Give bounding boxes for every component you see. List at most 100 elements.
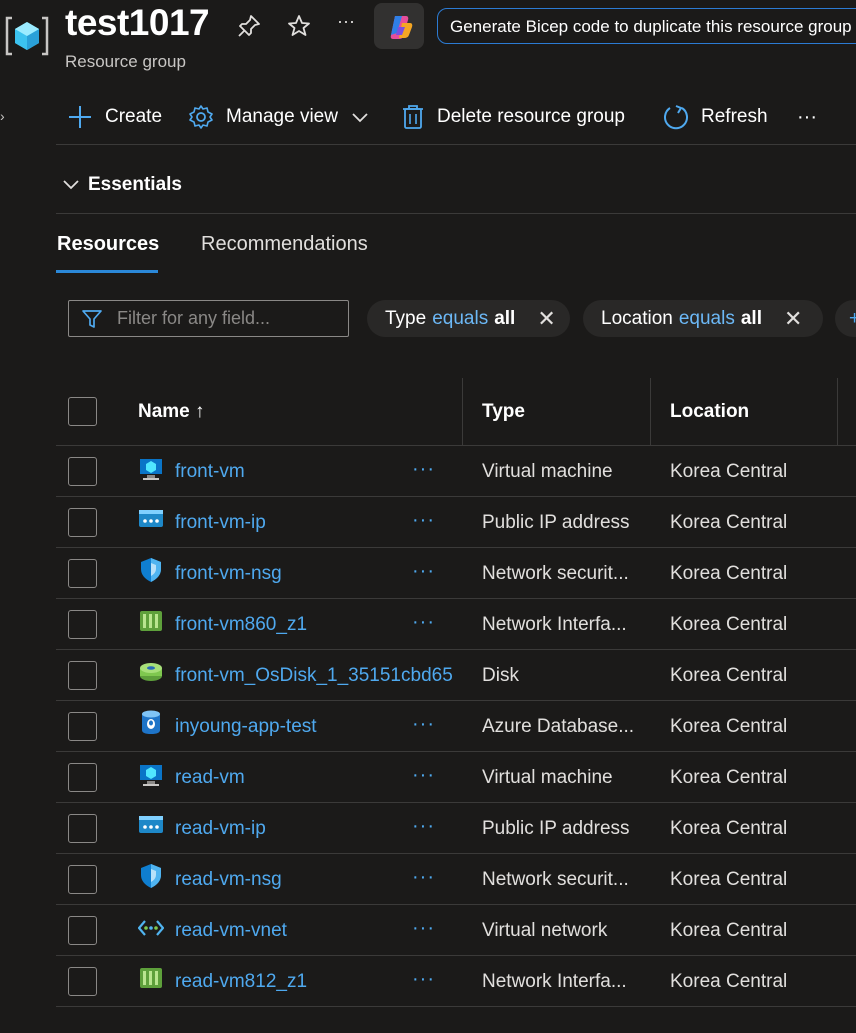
copilot-prompt-suggestion[interactable]: Generate Bicep code to duplicate this re…	[437, 8, 856, 44]
table-row[interactable]: inyoung-app-test ··· Azure Database... K…	[56, 701, 856, 752]
close-icon[interactable]: ✕	[537, 306, 555, 332]
essentials-label: Essentials	[88, 174, 182, 195]
table-row[interactable]: front-vm ··· Virtual machine Korea Centr…	[56, 446, 856, 497]
column-header-name[interactable]: Name ↑	[138, 401, 205, 423]
pill-operator: equals	[678, 307, 735, 329]
resource-name-link[interactable]: read-vm-ip	[175, 818, 266, 840]
row-checkbox[interactable]	[68, 559, 97, 588]
resource-name-link[interactable]: front-vm860_z1	[175, 614, 307, 636]
row-checkbox[interactable]	[68, 763, 97, 792]
resource-name-link[interactable]: read-vm-vnet	[175, 920, 287, 942]
row-more-icon[interactable]: ···	[412, 968, 435, 991]
column-separator[interactable]	[462, 378, 463, 445]
nic-icon	[140, 611, 162, 631]
resource-name-link[interactable]: read-vm-nsg	[175, 869, 282, 891]
resource-type: Virtual machine	[482, 461, 613, 482]
tab-recommendations[interactable]: Recommendations	[201, 233, 368, 256]
public-ip-icon	[139, 510, 163, 527]
column-header-location[interactable]: Location	[670, 401, 749, 423]
resource-location: Korea Central	[670, 665, 788, 686]
toolbar-divider	[56, 144, 856, 145]
table-row[interactable]: read-vm ··· Virtual machine Korea Centra…	[56, 752, 856, 803]
table-row[interactable]: read-vm-vnet ··· Virtual network Korea C…	[56, 905, 856, 956]
column-separator[interactable]	[650, 378, 651, 445]
resource-name-link[interactable]: inyoung-app-test	[175, 716, 317, 738]
column-separator[interactable]	[837, 378, 838, 445]
pill-operator: equals	[432, 307, 489, 329]
row-checkbox[interactable]	[68, 916, 97, 945]
resource-name-link[interactable]: read-vm812_z1	[175, 971, 307, 993]
resource-name-link[interactable]: read-vm	[175, 767, 245, 789]
tab-resources[interactable]: Resources	[57, 233, 159, 256]
resource-type: Disk	[482, 665, 519, 686]
delete-resource-group-button[interactable]: Delete resource group	[401, 100, 625, 134]
pill-field: Location	[601, 307, 673, 329]
table-row[interactable]: front-vm860_z1 ··· Network Interfa... Ko…	[56, 599, 856, 650]
pin-icon[interactable]	[236, 13, 262, 39]
row-checkbox[interactable]	[68, 814, 97, 843]
table-header-row: Name ↑ Type Location	[56, 378, 856, 446]
row-checkbox[interactable]	[68, 508, 97, 537]
essentials-toggle[interactable]: Essentials	[62, 174, 182, 196]
manage-view-button[interactable]: Manage view	[188, 100, 370, 134]
row-more-icon[interactable]: ···	[412, 509, 435, 532]
pill-value: all	[740, 307, 762, 329]
row-more-icon[interactable]: ···	[412, 866, 435, 889]
close-icon[interactable]: ✕	[784, 306, 802, 332]
resource-name-link[interactable]: front-vm-nsg	[175, 563, 282, 585]
type-filter-pill[interactable]: Type equals all ✕	[367, 300, 570, 337]
filter-box[interactable]	[68, 300, 349, 337]
copilot-button[interactable]	[374, 3, 424, 49]
column-header-type[interactable]: Type	[482, 401, 525, 423]
star-icon[interactable]	[286, 13, 312, 39]
resource-name-link[interactable]: front-vm	[175, 461, 245, 483]
row-checkbox[interactable]	[68, 661, 97, 690]
row-more-icon[interactable]: ···	[412, 458, 435, 481]
resource-type: Azure Database...	[482, 716, 635, 737]
row-more-icon[interactable]: ···	[412, 815, 435, 838]
filter-icon	[82, 309, 102, 328]
more-icon[interactable]: ···	[337, 11, 355, 32]
resource-location: Korea Central	[670, 971, 788, 992]
row-checkbox[interactable]	[68, 457, 97, 486]
trash-icon	[403, 105, 423, 129]
toolbar-more-icon[interactable]: ···	[797, 100, 817, 134]
filter-input[interactable]	[115, 307, 339, 330]
resource-name-link[interactable]: front-vm-ip	[175, 512, 266, 534]
resource-type: Virtual network	[482, 920, 608, 941]
tab-active-indicator	[56, 270, 158, 273]
row-more-icon[interactable]: ···	[412, 713, 435, 736]
manage-view-label: Manage view	[226, 106, 338, 127]
row-checkbox[interactable]	[68, 712, 97, 741]
select-all-checkbox[interactable]	[68, 397, 97, 426]
resource-location: Korea Central	[670, 920, 788, 941]
table-row[interactable]: read-vm-nsg ··· Network securit... Korea…	[56, 854, 856, 905]
refresh-button[interactable]: Refresh	[662, 100, 768, 134]
add-filter-button[interactable]: +	[835, 300, 856, 337]
refresh-icon	[664, 104, 688, 129]
table-row[interactable]: front-vm-nsg ··· Network securit... Kore…	[56, 548, 856, 599]
location-filter-pill[interactable]: Location equals all ✕	[583, 300, 823, 337]
resource-name-link[interactable]: front-vm_OsDisk_1_35151cbd65	[175, 665, 453, 687]
create-button[interactable]: Create	[67, 100, 162, 134]
row-more-icon[interactable]: ···	[412, 764, 435, 787]
row-more-icon[interactable]: ···	[412, 917, 435, 940]
resource-location: Korea Central	[670, 767, 788, 788]
public-ip-icon	[139, 816, 163, 833]
essentials-divider	[56, 213, 856, 214]
row-checkbox[interactable]	[68, 865, 97, 894]
table-row[interactable]: front-vm_OsDisk_1_35151cbd65 Disk Korea …	[56, 650, 856, 701]
row-more-icon[interactable]: ···	[412, 611, 435, 634]
resource-type: Public IP address	[482, 818, 630, 839]
row-more-icon[interactable]: ···	[412, 560, 435, 583]
row-checkbox[interactable]	[68, 610, 97, 639]
chevron-down-icon	[63, 180, 79, 190]
page-subtitle: Resource group	[65, 52, 186, 71]
chevron-down-icon	[352, 113, 368, 123]
table-row[interactable]: front-vm-ip ··· Public IP address Korea …	[56, 497, 856, 548]
resource-location: Korea Central	[670, 614, 788, 635]
table-row[interactable]: read-vm812_z1 ··· Network Interfa... Kor…	[56, 956, 856, 1007]
row-checkbox[interactable]	[68, 967, 97, 996]
table-row[interactable]: read-vm-ip ··· Public IP address Korea C…	[56, 803, 856, 854]
resource-type: Public IP address	[482, 512, 630, 533]
